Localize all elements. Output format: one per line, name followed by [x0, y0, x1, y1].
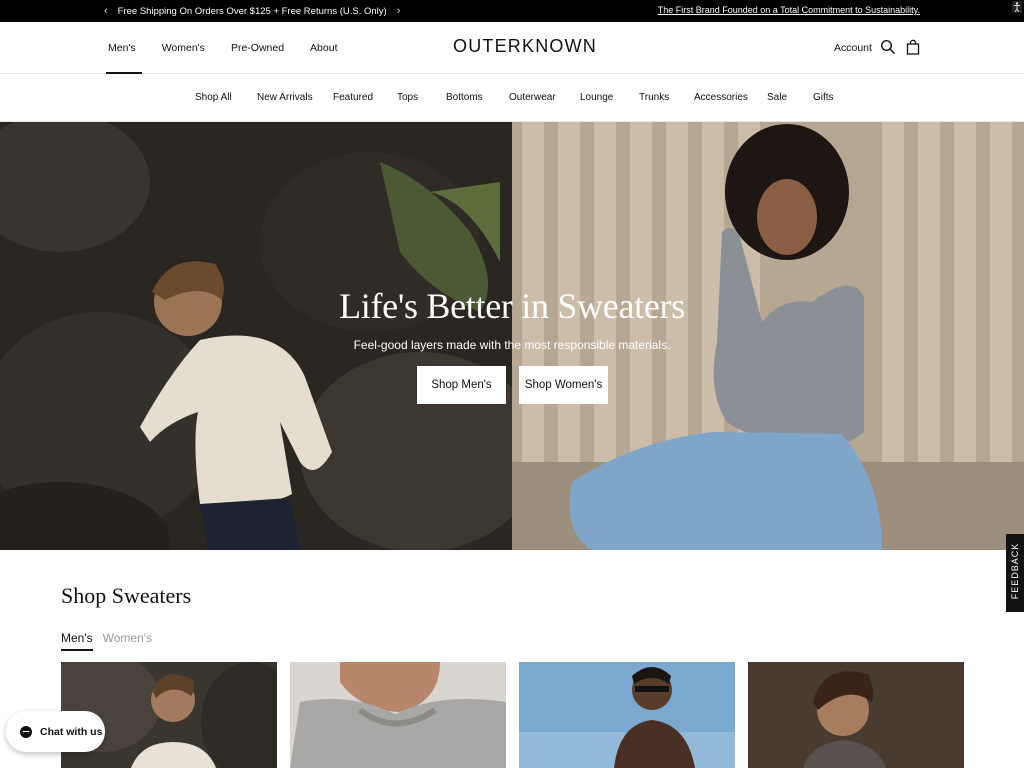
nav-mens[interactable]: Men's	[104, 22, 142, 74]
chat-bubble-icon	[20, 725, 32, 738]
cat-trunks[interactable]: Trunks	[639, 92, 669, 103]
product-card-image[interactable]	[748, 662, 964, 768]
product-card-image[interactable]	[519, 662, 735, 768]
feedback-tab[interactable]: FEEDBACK	[1006, 534, 1024, 612]
cat-gifts[interactable]: Gifts	[813, 92, 834, 103]
hero-copy: Life's Better in Sweaters Feel-good laye…	[0, 286, 1024, 352]
site-header: Men's Women's Pre-Owned About OUTERKNOWN…	[0, 22, 1024, 74]
hero-title: Life's Better in Sweaters	[339, 286, 685, 326]
search-icon[interactable]	[880, 39, 896, 55]
shop-womens-button[interactable]: Shop Women's	[519, 366, 608, 404]
announcement-bar: ‹ Free Shipping On Orders Over $125 + Fr…	[0, 0, 1024, 22]
cat-accessories[interactable]: Accessories	[694, 92, 748, 103]
main-nav: Men's Women's Pre-Owned About	[104, 22, 342, 74]
accessibility-icon[interactable]	[1012, 1, 1022, 13]
bag-icon[interactable]	[905, 39, 921, 55]
promo-text[interactable]: Free Shipping On Orders Over $125 + Free…	[118, 6, 387, 17]
feedback-label: FEEDBACK	[1010, 542, 1020, 600]
cat-shop-all[interactable]: Shop All	[195, 92, 232, 103]
cat-tops[interactable]: Tops	[397, 92, 418, 103]
gender-tabs: Men's Women's	[61, 631, 152, 651]
nav-pre-owned[interactable]: Pre-Owned	[227, 22, 288, 74]
account-link[interactable]: Account	[834, 42, 872, 54]
hero-banner: Life's Better in Sweaters Feel-good laye…	[0, 122, 1024, 550]
mission-link[interactable]: The First Brand Founded on a Total Commi…	[658, 5, 920, 15]
chat-widget[interactable]: Chat with us	[6, 711, 105, 752]
promo-carousel: ‹ Free Shipping On Orders Over $125 + Fr…	[104, 0, 400, 22]
product-card-image[interactable]	[290, 662, 506, 768]
chat-label: Chat with us	[40, 725, 103, 738]
shop-mens-button[interactable]: Shop Men's	[417, 366, 506, 404]
cat-bottoms[interactable]: Bottoms	[446, 92, 483, 103]
nav-womens[interactable]: Women's	[158, 22, 209, 74]
tab-womens[interactable]: Women's	[103, 631, 152, 651]
cat-sale[interactable]: Sale	[767, 92, 787, 103]
nav-about[interactable]: About	[306, 22, 341, 74]
category-nav: Shop All New Arrivals Featured Tops Bott…	[0, 75, 1024, 122]
cat-featured[interactable]: Featured	[333, 92, 373, 103]
hero-subtitle: Feel-good layers made with the most resp…	[353, 338, 671, 352]
section-title: Shop Sweaters	[61, 583, 192, 608]
cat-outerwear[interactable]: Outerwear	[509, 92, 556, 103]
cat-new-arrivals[interactable]: New Arrivals	[257, 92, 313, 103]
brand-logo[interactable]: OUTERKNOWN	[453, 36, 597, 57]
chevron-left-icon[interactable]: ‹	[104, 5, 108, 17]
chevron-right-icon[interactable]: ›	[397, 5, 401, 17]
tab-mens[interactable]: Men's	[61, 631, 93, 651]
cat-lounge[interactable]: Lounge	[580, 92, 613, 103]
